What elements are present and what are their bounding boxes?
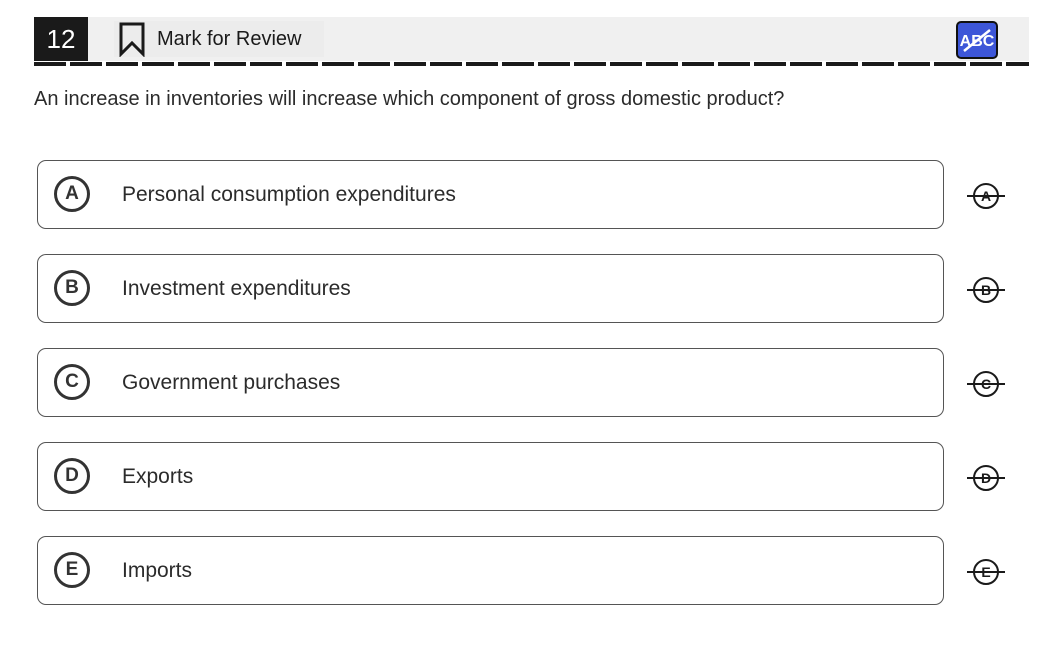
choice-letter-a: A (54, 176, 90, 212)
choice-letter-c: C (54, 364, 90, 400)
strikethrough-line (967, 477, 1005, 479)
answer-choice-b[interactable]: B Investment expenditures (37, 254, 944, 323)
choice-text-e: Imports (122, 559, 193, 582)
mark-for-review-label: Mark for Review (157, 27, 302, 50)
choice-text-a: Personal consumption expenditures (122, 183, 456, 206)
abc-strikethrough-icon: ABC (960, 29, 995, 52)
answer-choice-a[interactable]: A Personal consumption expenditures (37, 160, 944, 229)
choice-text-c: Government purchases (122, 371, 341, 394)
answer-choice-e[interactable]: E Imports (37, 536, 944, 605)
strikethrough-line (967, 383, 1005, 385)
question-number: 12 (34, 17, 88, 61)
strikethrough-line (967, 571, 1005, 573)
question-header: 12 Mark for Review ABC (34, 17, 1029, 61)
answer-eliminator-toggle-button[interactable]: ABC (956, 21, 998, 59)
answer-choice-d[interactable]: D Exports (37, 442, 944, 511)
eliminate-choice-b-button[interactable]: B (967, 275, 1007, 305)
eliminate-choice-c-button[interactable]: C (967, 369, 1007, 399)
header-divider (34, 62, 1029, 66)
strikethrough-line (967, 195, 1005, 197)
choice-text-b: Investment expenditures (122, 277, 351, 300)
eliminate-choice-d-button[interactable]: D (967, 463, 1007, 493)
bookmark-icon (119, 22, 145, 57)
mark-for-review-button[interactable]: Mark for Review (114, 21, 324, 57)
strikethrough-line (967, 289, 1005, 291)
question-text: An increase in inventories will increase… (34, 88, 785, 110)
eliminate-choice-e-button[interactable]: E (967, 557, 1007, 587)
choice-letter-b: B (54, 270, 90, 306)
eliminate-choice-a-button[interactable]: A (967, 181, 1007, 211)
answer-choice-c[interactable]: C Government purchases (37, 348, 944, 417)
choice-letter-d: D (54, 458, 90, 494)
choice-letter-e: E (54, 552, 90, 588)
choice-text-d: Exports (122, 465, 194, 488)
